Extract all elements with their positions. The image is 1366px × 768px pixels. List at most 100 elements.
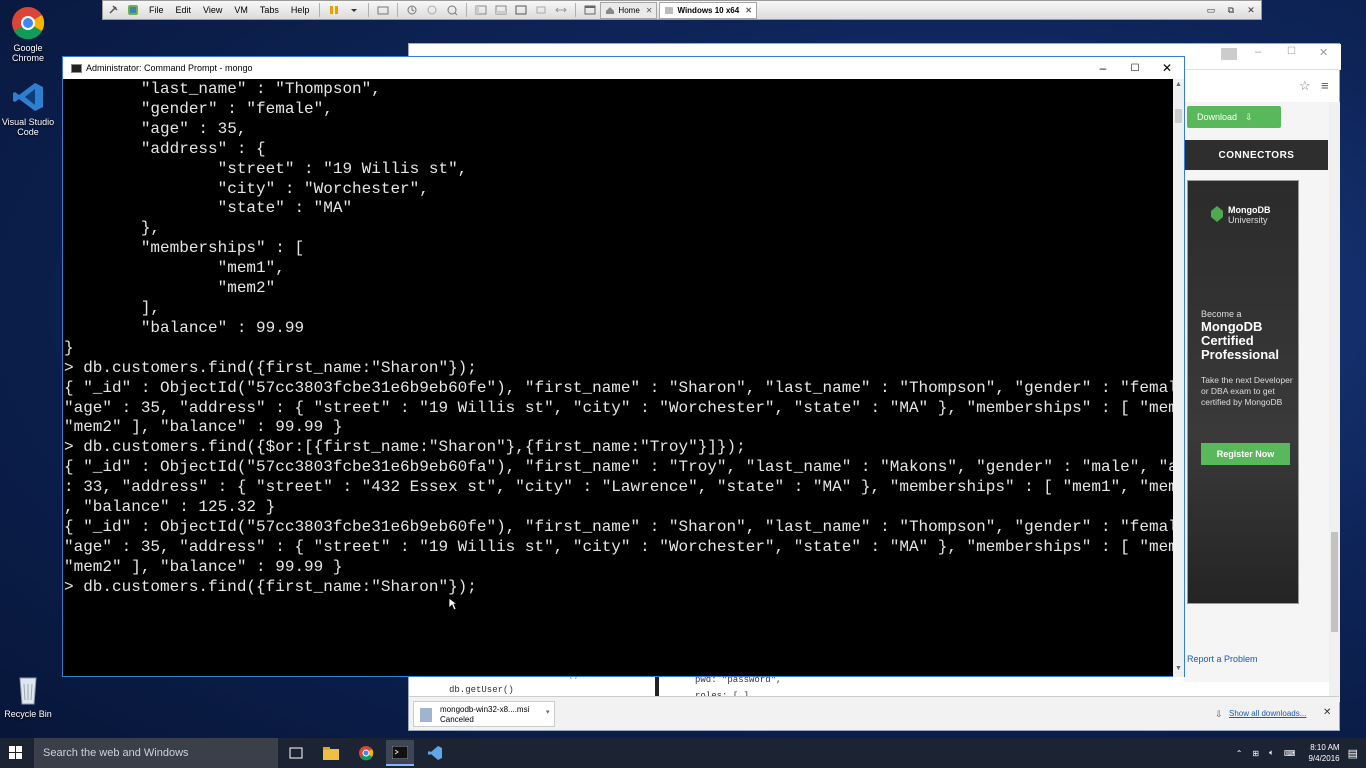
maximize-button[interactable]: ☐ — [1120, 59, 1150, 77]
menu-vm[interactable]: VM — [228, 5, 254, 15]
menu-tabs[interactable]: Tabs — [254, 5, 285, 15]
vscode-icon — [11, 80, 45, 114]
minimize-icon[interactable]: ▭ — [1201, 5, 1221, 16]
report-problem-link[interactable]: Report a Problem — [1187, 654, 1258, 664]
chevron-up-icon[interactable]: ⌃ — [1236, 749, 1243, 758]
pin-icon[interactable] — [105, 3, 121, 17]
close-icon[interactable]: ✕ — [1319, 46, 1328, 59]
console-line: "age" : 35, "address" : { "street" : "19… — [64, 537, 1173, 556]
scrollbar-thumb[interactable] — [1175, 109, 1182, 123]
maximize-icon[interactable]: ☐ — [1287, 46, 1296, 57]
minimize-button[interactable]: – — [1088, 59, 1118, 77]
console-line: "city" : "Worchester", — [64, 179, 429, 198]
register-now-button[interactable]: Register Now — [1201, 443, 1290, 465]
tab-windows-10-x64[interactable]: Windows 10 x64 ✕ — [659, 1, 757, 19]
stretch-icon[interactable] — [553, 3, 569, 17]
desktop-icon-label: Recycle Bin — [4, 709, 52, 719]
console-line: "gender" : "female", — [64, 99, 333, 118]
close-button[interactable]: ✕ — [1152, 59, 1182, 77]
browser-toolbar: ☆ ≡ — [1179, 78, 1339, 98]
menu-view[interactable]: View — [197, 5, 228, 15]
start-button[interactable] — [2, 743, 30, 763]
console-line: { "_id" : ObjectId("57cc3803fcbe31e6b9eb… — [64, 458, 1173, 477]
close-icon[interactable]: ✕ — [646, 6, 653, 15]
console-line: : 33, "address" : { "street" : "432 Esse… — [64, 478, 1173, 497]
tab-label: Home — [618, 5, 640, 15]
close-icon[interactable]: ✕ — [1323, 707, 1331, 718]
download-bar: mongodb-win32-x8....msi Canceled ▾ ⇩ Sho… — [409, 696, 1339, 730]
scrollbar-thumb[interactable] — [1331, 532, 1338, 632]
console-line: "memberships" : [ — [64, 239, 305, 258]
pause-icon[interactable] — [326, 3, 342, 17]
clock[interactable]: 8:10 AM 9/4/2016 — [1308, 742, 1339, 764]
chrome-icon — [11, 6, 45, 40]
vscode-taskbar-icon[interactable] — [421, 743, 449, 763]
ad-brand-sub: University — [1228, 215, 1268, 225]
send-ctrl-alt-del-icon[interactable] — [375, 3, 391, 17]
command-prompt-window[interactable]: Administrator: Command Prompt - mongo – … — [62, 56, 1185, 677]
library-icon[interactable] — [582, 3, 598, 17]
scroll-up-icon[interactable]: ▲ — [1175, 81, 1182, 88]
divider — [368, 3, 370, 17]
tab-home[interactable]: Home ✕ — [600, 1, 658, 19]
console-line: } — [64, 338, 74, 357]
close-icon[interactable]: ✕ — [1241, 5, 1261, 16]
menu-icon[interactable]: ≡ — [1321, 78, 1329, 93]
desktop-icon-recycle-bin[interactable]: Recycle Bin — [0, 672, 56, 719]
view-console-icon[interactable] — [493, 3, 509, 17]
console-line: "street" : "19 Willis st", — [64, 159, 468, 178]
profile-icon[interactable] — [1221, 48, 1237, 60]
view-normal-icon[interactable] — [473, 3, 489, 17]
menu-edit[interactable]: Edit — [170, 5, 198, 15]
browser-scrollbar[interactable] — [1329, 102, 1340, 702]
cmd-icon — [71, 63, 82, 73]
ad-body: Take the next Developer or DBA exam to g… — [1201, 375, 1293, 407]
desktop-icon-chrome[interactable]: Google Chrome — [0, 6, 56, 63]
cmd-titlebar[interactable]: Administrator: Command Prompt - mongo – … — [63, 57, 1184, 79]
console-line: "address" : { — [64, 139, 266, 158]
file-explorer-icon[interactable] — [317, 743, 345, 763]
snapshot-icon[interactable] — [404, 3, 420, 17]
connectors-label[interactable]: CONNECTORS — [1185, 140, 1328, 170]
chrome-taskbar-icon[interactable] — [352, 743, 380, 763]
console-line: { "_id" : ObjectId("57cc3803fcbe31e6b9eb… — [64, 378, 1173, 397]
taskbar-search-box[interactable]: Search the web and Windows — [34, 738, 278, 768]
cmd-taskbar-icon[interactable] — [386, 740, 414, 766]
menu-file[interactable]: File — [143, 5, 170, 15]
chevron-down-icon[interactable] — [346, 3, 362, 17]
volume-icon[interactable]: 🔈︎ — [1269, 748, 1274, 758]
unity-icon[interactable] — [533, 3, 549, 17]
home-icon — [606, 6, 615, 14]
download-item[interactable]: mongodb-win32-x8....msi Canceled ▾ — [413, 701, 555, 727]
cmd-scrollbar[interactable]: ▲ ▼ — [1173, 79, 1184, 677]
cmd-title: Administrator: Command Prompt - mongo — [86, 63, 253, 73]
download-button[interactable]: Download ⇩ — [1187, 106, 1281, 128]
keyboard-icon[interactable]: ⌨︎ — [1284, 749, 1296, 758]
close-icon[interactable]: ✕ — [745, 6, 752, 15]
mongodb-university-ad[interactable]: MongoDB University Become a MongoDB Cert… — [1187, 180, 1299, 604]
chevron-down-icon[interactable]: ▾ — [546, 708, 550, 718]
code-peek-line[interactable]: db.getUser() — [449, 685, 579, 695]
network-icon[interactable]: ⊞ — [1252, 749, 1259, 758]
revert-snapshot-icon[interactable] — [424, 3, 440, 17]
vmware-logo-icon — [125, 3, 141, 17]
restore-icon[interactable]: ⧉ — [1221, 5, 1241, 16]
show-all-downloads-link[interactable]: Show all downloads... — [1229, 709, 1306, 718]
console-output[interactable]: "last_name" : "Thompson", "gender" : "fe… — [63, 79, 1173, 677]
scroll-down-icon[interactable]: ▼ — [1175, 665, 1182, 672]
system-tray: ⌃ ⊞ 🔈︎ ⌨︎ 8:10 AM 9/4/2016 ▤ — [1231, 738, 1358, 768]
desktop-icon-vscode[interactable]: Visual Studio Code — [0, 80, 56, 137]
fullscreen-icon[interactable] — [513, 3, 529, 17]
menu-help[interactable]: Help — [285, 5, 316, 15]
console-line: { "_id" : ObjectId("57cc3803fcbe31e6b9eb… — [64, 517, 1173, 536]
task-view-icon[interactable] — [282, 743, 310, 763]
console-line: > db.customers.find({first_name:"Sharon"… — [64, 358, 477, 377]
minimize-icon[interactable]: – — [1255, 46, 1261, 58]
console-line: }, — [64, 219, 161, 238]
snapshot-manager-icon[interactable] — [444, 3, 460, 17]
mouse-cursor-icon — [448, 597, 458, 611]
bookmark-star-icon[interactable]: ☆ — [1299, 78, 1311, 94]
notifications-icon[interactable]: ▤ — [1348, 747, 1358, 760]
console-line: "state" : "MA" — [64, 199, 353, 218]
download-status: Canceled — [440, 715, 474, 724]
